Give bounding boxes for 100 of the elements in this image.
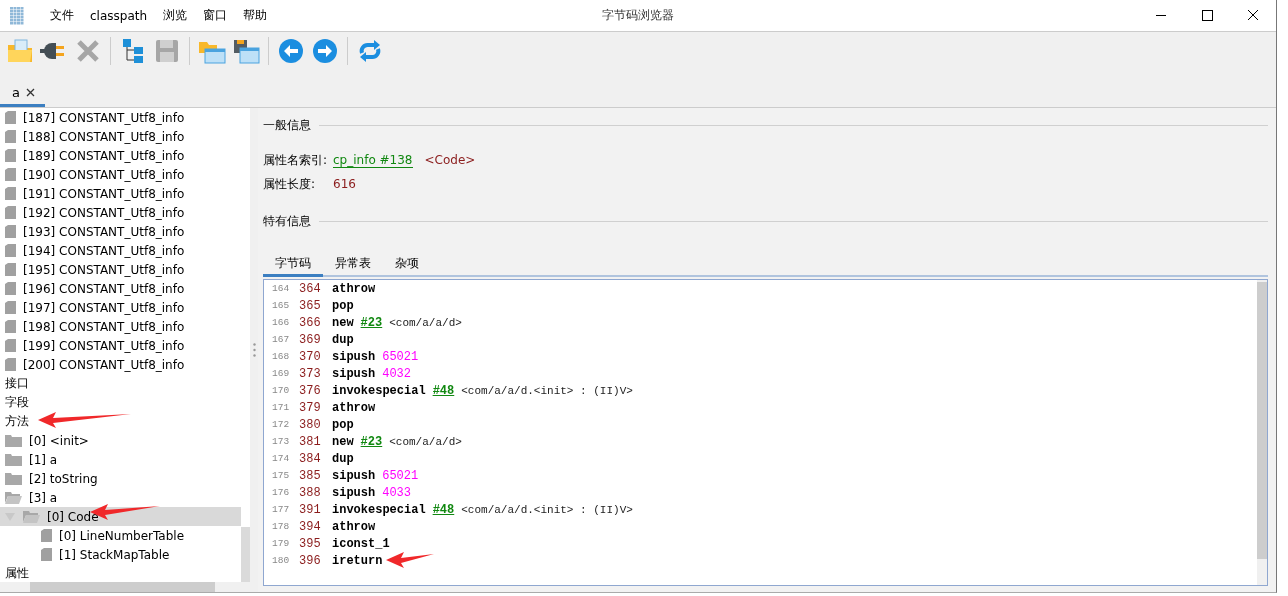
floppy-window-icon[interactable] — [232, 37, 260, 65]
file-icon — [41, 548, 52, 561]
operand-link[interactable]: #48 — [432, 383, 455, 398]
tab[interactable]: 杂项 — [383, 252, 431, 277]
tree-item[interactable]: [193] CONSTANT_Utf8_info — [0, 222, 241, 241]
section-heading: 一般信息 — [263, 116, 311, 134]
operand-comment: <com/a/a/d.<init> : (II)V> — [461, 384, 633, 397]
tree-item[interactable]: [189] CONSTANT_Utf8_info — [0, 146, 241, 165]
tree-item[interactable]: 接口 — [0, 374, 241, 393]
scrollbar[interactable] — [1257, 280, 1267, 585]
code-offset: 366 — [299, 315, 322, 330]
opcode: new — [332, 434, 354, 449]
close-icon[interactable] — [25, 88, 35, 97]
tree-item[interactable]: 属性 — [0, 564, 241, 582]
file-icon — [5, 149, 16, 162]
line-number: 171 — [272, 402, 291, 413]
tree-item[interactable]: [188] CONSTANT_Utf8_info — [0, 127, 241, 146]
operand-number: 65021 — [382, 468, 419, 483]
tree-item[interactable]: [190] CONSTANT_Utf8_info — [0, 165, 241, 184]
tree-item[interactable]: [1] a — [0, 450, 241, 469]
opcode: sipush — [332, 485, 376, 500]
file-icon — [5, 206, 16, 219]
save-icon[interactable] — [153, 37, 181, 65]
code-offset: 384 — [299, 451, 322, 466]
code-offset: 385 — [299, 468, 322, 483]
code-offset: 379 — [299, 400, 322, 415]
operand-link[interactable]: #23 — [360, 434, 383, 449]
code-offset: 364 — [299, 281, 322, 296]
field-label: 属性名索引: — [263, 151, 329, 169]
tree-item[interactable]: [196] CONSTANT_Utf8_info — [0, 279, 241, 298]
file-icon — [5, 225, 16, 238]
file-icon — [5, 111, 16, 124]
back-icon[interactable] — [277, 37, 305, 65]
tree-item[interactable]: [195] CONSTANT_Utf8_info — [0, 260, 241, 279]
file-icon — [5, 187, 16, 200]
code-offset: 381 — [299, 434, 322, 449]
tree-item[interactable]: [1] StackMapTable — [0, 545, 241, 564]
tree-item[interactable]: [0] Code — [0, 507, 241, 526]
menu-item[interactable]: 文件 — [50, 7, 74, 24]
tree-item[interactable]: [187] CONSTANT_Utf8_info — [0, 108, 241, 127]
file-icon — [5, 358, 16, 371]
opcode: invokespecial — [332, 502, 426, 517]
line-number: 175 — [272, 470, 291, 481]
line-number: 180 — [272, 555, 291, 566]
operand-number: 4033 — [382, 485, 412, 500]
code-offset: 376 — [299, 383, 322, 398]
field-label: 属性长度: — [263, 175, 317, 193]
menu-item[interactable]: 窗口 — [203, 7, 228, 24]
file-icon — [5, 320, 16, 333]
line-number: 178 — [272, 521, 291, 532]
tree-item[interactable]: 字段 — [0, 393, 241, 412]
tree-item[interactable]: [3] a — [0, 488, 241, 507]
opcode: sipush — [332, 349, 376, 364]
operand-comment: <com/a/a/d> — [389, 435, 462, 448]
operand-link[interactable]: #48 — [432, 502, 455, 517]
tree-item[interactable]: [200] CONSTANT_Utf8_info — [0, 355, 241, 374]
field-link[interactable]: cp_info #138 — [333, 152, 413, 168]
open-folder-icon[interactable] — [6, 37, 34, 65]
tree-item[interactable]: [194] CONSTANT_Utf8_info — [0, 241, 241, 260]
tree-item[interactable]: [0] <init> — [0, 431, 241, 450]
menu-item[interactable]: 浏览 — [163, 7, 188, 24]
forward-icon[interactable] — [311, 37, 339, 65]
tree-item[interactable]: [198] CONSTANT_Utf8_info — [0, 317, 241, 336]
menu-item[interactable]: 帮助 — [243, 7, 268, 24]
section-heading: 特有信息 — [263, 212, 311, 230]
code-offset: 373 — [299, 366, 322, 381]
splitter-handle[interactable] — [252, 343, 256, 357]
tree-item[interactable]: [191] CONSTANT_Utf8_info — [0, 184, 241, 203]
file-icon — [5, 244, 16, 257]
file-icon — [5, 282, 16, 295]
tree-item[interactable]: [2] toString — [0, 469, 241, 488]
file-icon — [5, 168, 16, 181]
line-number: 169 — [272, 368, 291, 379]
line-number: 166 — [272, 317, 291, 328]
opcode: dup — [332, 451, 354, 466]
tree-item[interactable]: [199] CONSTANT_Utf8_info — [0, 336, 241, 355]
tree-item[interactable]: 方法 — [0, 412, 241, 431]
line-number: 170 — [272, 385, 291, 396]
tree-item[interactable]: [197] CONSTANT_Utf8_info — [0, 298, 241, 317]
code-offset: 395 — [299, 536, 322, 551]
open-folder-icon — [5, 491, 22, 504]
field-note: <Code> — [424, 153, 476, 167]
line-number: 168 — [272, 351, 291, 362]
operand-link[interactable]: #23 — [360, 315, 383, 330]
menu-item[interactable]: classpath — [90, 8, 148, 23]
folder-icon — [5, 434, 22, 447]
line-number: 176 — [272, 487, 291, 498]
code-offset: 365 — [299, 298, 322, 313]
opcode: sipush — [332, 468, 376, 483]
file-icon — [5, 263, 16, 276]
open-folder-icon — [23, 510, 40, 523]
line-number: 172 — [272, 419, 291, 430]
opcode: invokespecial — [332, 383, 426, 398]
tree-item[interactable]: [0] LineNumberTable — [0, 526, 241, 545]
opcode: ireturn — [332, 553, 383, 568]
tab[interactable]: 异常表 — [323, 252, 383, 277]
operand-number: 65021 — [382, 349, 419, 364]
code-offset: 370 — [299, 349, 322, 364]
tree-item[interactable]: [192] CONSTANT_Utf8_info — [0, 203, 241, 222]
scrollbar[interactable] — [0, 582, 250, 592]
